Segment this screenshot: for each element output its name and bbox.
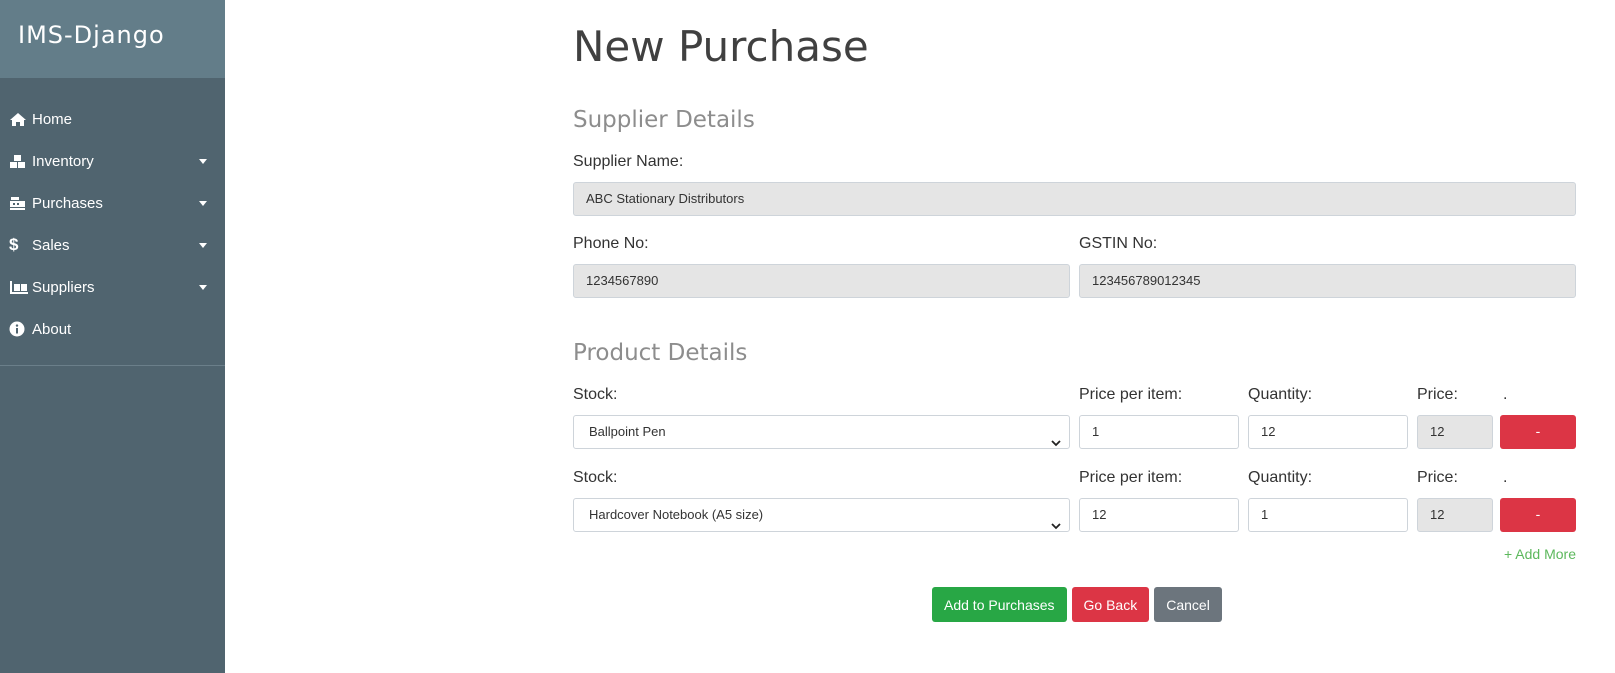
- quantity-label: Quantity:: [1248, 469, 1313, 486]
- stock-select[interactable]: Hardcover Notebook (A5 size): [573, 498, 1070, 532]
- cash-register-icon: [9, 196, 29, 211]
- gstin-field[interactable]: 123456789012345: [1079, 264, 1576, 298]
- supplier-name-label: Supplier Name:: [573, 153, 684, 170]
- dolly-icon: [9, 280, 29, 295]
- sidebar-item-label: Home: [32, 110, 73, 128]
- remove-row-button[interactable]: -: [1500, 415, 1576, 449]
- price-label: Price:: [1417, 469, 1458, 486]
- sidebar-nav: Home Inventory Purchases $ Sales Supplie: [0, 78, 225, 350]
- sidebar-item-home[interactable]: Home: [0, 98, 225, 140]
- stock-label: Stock:: [573, 469, 618, 486]
- add-more-link[interactable]: + Add More: [1504, 546, 1576, 562]
- sidebar: IMS-Django Home Inventory Purchases $ Sa…: [0, 0, 225, 673]
- boxes-icon: [9, 154, 29, 169]
- caret-down-icon: [199, 285, 207, 290]
- form-actions: Add to Purchases Go Back Cancel: [932, 587, 1222, 622]
- sidebar-item-label: Sales: [32, 236, 70, 254]
- chevron-down-icon: [1051, 427, 1061, 448]
- price-per-item-label: Price per item:: [1079, 386, 1183, 403]
- quantity-input[interactable]: 12: [1248, 415, 1408, 449]
- brand-logo[interactable]: IMS-Django: [0, 0, 225, 78]
- stock-label: Stock:: [573, 386, 618, 403]
- gstin-label: GSTIN No:: [1079, 235, 1158, 252]
- dot-label: .: [1503, 469, 1508, 486]
- caret-down-icon: [199, 201, 207, 206]
- sidebar-divider: [0, 365, 225, 366]
- quantity-input[interactable]: 1: [1248, 498, 1408, 532]
- sidebar-item-inventory[interactable]: Inventory: [0, 140, 225, 182]
- chevron-down-icon: [1051, 510, 1061, 531]
- sidebar-item-label: Suppliers: [32, 278, 95, 296]
- stock-select[interactable]: Ballpoint Pen: [573, 415, 1070, 449]
- phone-field[interactable]: 1234567890: [573, 264, 1070, 298]
- page-title: New Purchase: [573, 22, 869, 71]
- supplier-name-field[interactable]: ABC Stationary Distributors: [573, 182, 1576, 216]
- price-field[interactable]: 12: [1417, 498, 1493, 532]
- sidebar-item-label: Purchases: [32, 194, 103, 212]
- price-per-item-input[interactable]: 12: [1079, 498, 1239, 532]
- stock-select-value: Ballpoint Pen: [589, 424, 666, 439]
- supplier-details-heading: Supplier Details: [573, 107, 755, 133]
- phone-label: Phone No:: [573, 235, 649, 252]
- caret-down-icon: [199, 243, 207, 248]
- sidebar-item-label: Inventory: [32, 152, 94, 170]
- go-back-button[interactable]: Go Back: [1071, 587, 1150, 622]
- cancel-button[interactable]: Cancel: [1154, 587, 1222, 622]
- info-icon: [9, 321, 29, 337]
- dot-label: .: [1503, 386, 1508, 403]
- dollar-icon: $: [9, 235, 19, 254]
- sidebar-item-sales[interactable]: $ Sales: [0, 224, 225, 266]
- caret-down-icon: [199, 159, 207, 164]
- product-details-heading: Product Details: [573, 340, 748, 366]
- sidebar-item-about[interactable]: About: [0, 308, 225, 350]
- price-label: Price:: [1417, 386, 1458, 403]
- stock-select-value: Hardcover Notebook (A5 size): [589, 507, 764, 522]
- sidebar-item-label: About: [32, 320, 72, 338]
- sidebar-item-purchases[interactable]: Purchases: [0, 182, 225, 224]
- sidebar-item-suppliers[interactable]: Suppliers: [0, 266, 225, 308]
- price-per-item-label: Price per item:: [1079, 469, 1183, 486]
- price-per-item-input[interactable]: 1: [1079, 415, 1239, 449]
- add-to-purchases-button[interactable]: Add to Purchases: [932, 587, 1067, 622]
- quantity-label: Quantity:: [1248, 386, 1313, 403]
- price-field[interactable]: 12: [1417, 415, 1493, 449]
- remove-row-button[interactable]: -: [1500, 498, 1576, 532]
- home-icon: [9, 112, 29, 127]
